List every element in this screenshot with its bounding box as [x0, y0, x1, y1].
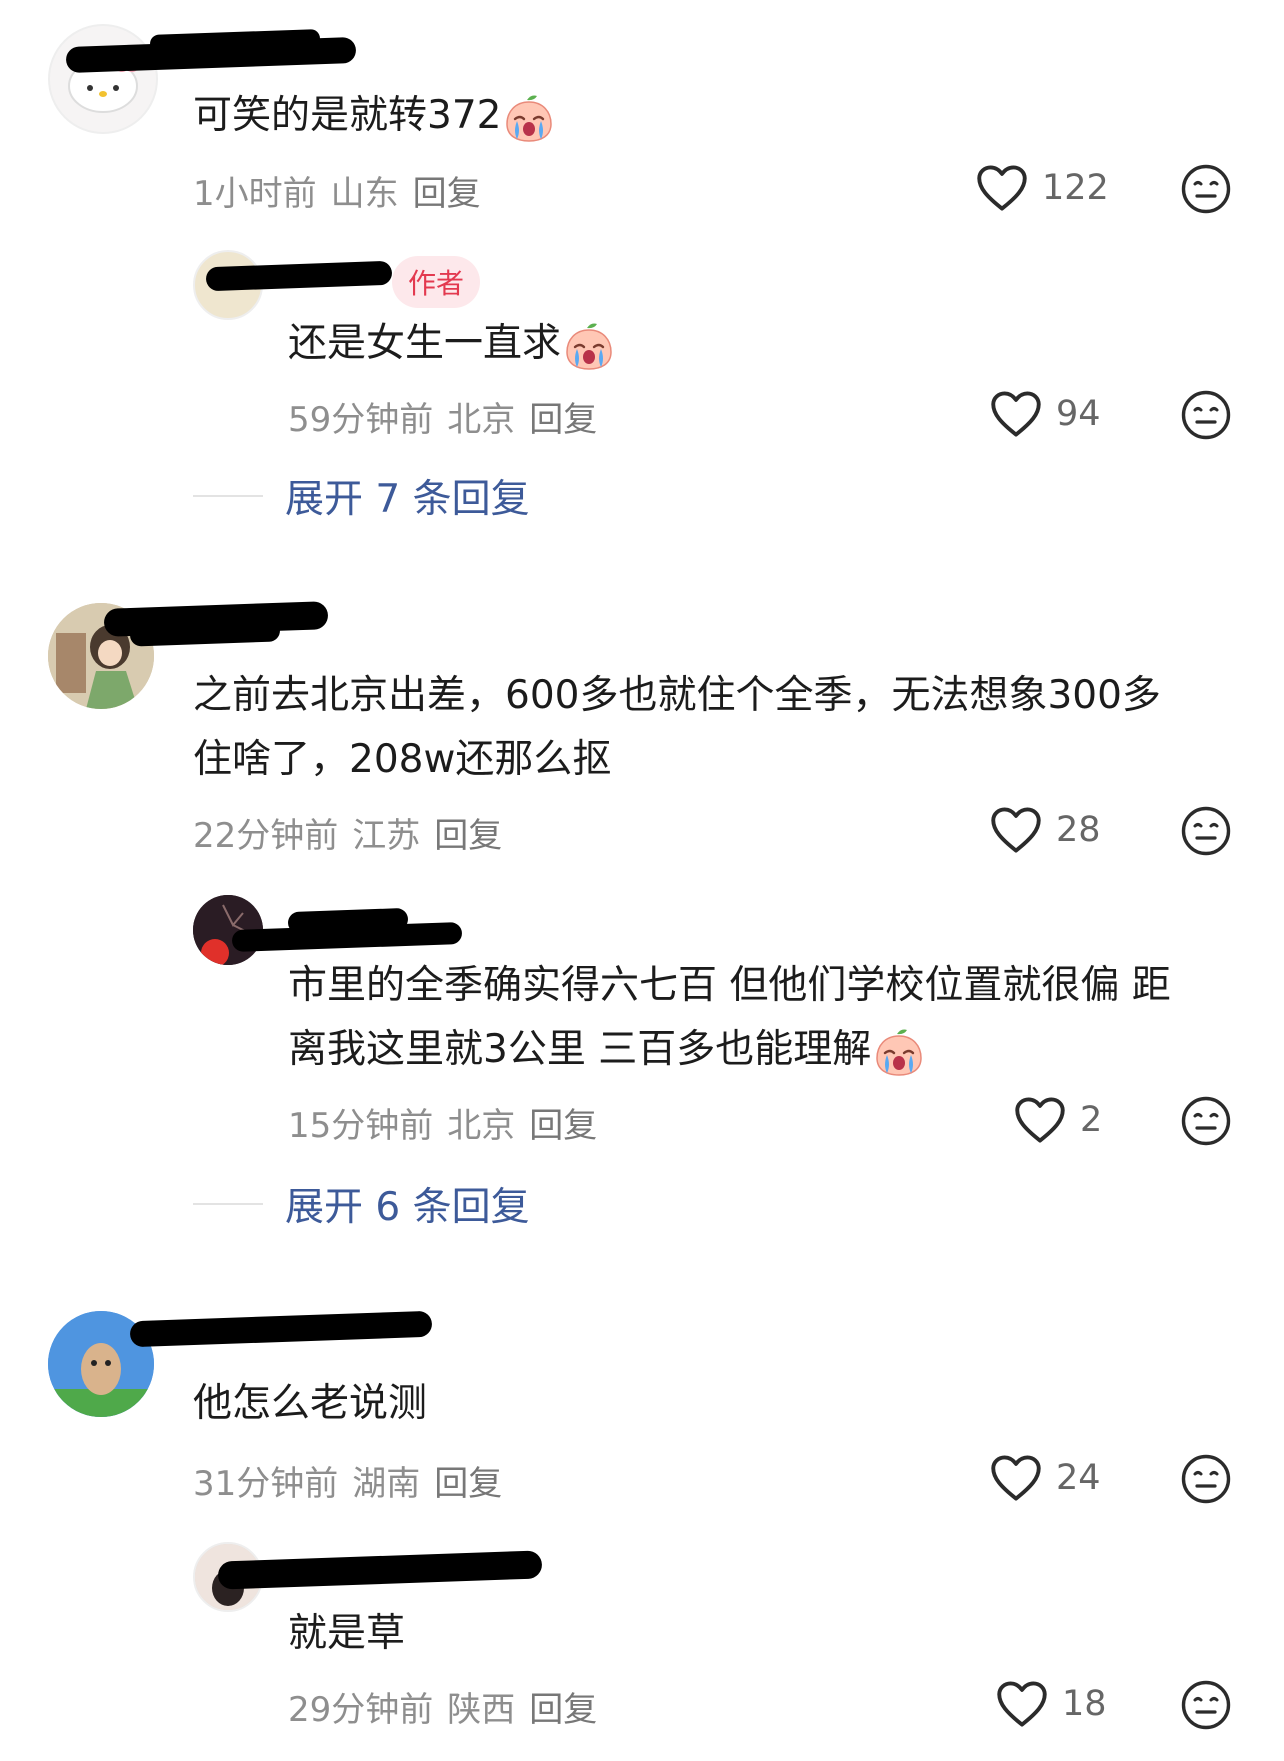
- comment-meta: 22分钟前 江苏 回复: [193, 808, 502, 857]
- meh-face-icon[interactable]: [1180, 1679, 1232, 1731]
- hello-kitty-avatar-icon: [68, 56, 140, 113]
- heart-icon: [1014, 1096, 1066, 1144]
- divider: [193, 495, 263, 497]
- reply-button[interactable]: 回复: [413, 166, 481, 215]
- like-button[interactable]: 2: [1014, 1096, 1102, 1144]
- timestamp: 22分钟前: [193, 816, 339, 856]
- location: 陕西: [447, 1690, 516, 1730]
- author-badge: 作者: [392, 256, 481, 308]
- reply-button[interactable]: 回复: [529, 1682, 597, 1731]
- expand-replies-button[interactable]: 展开 7 条回复: [193, 468, 530, 524]
- location: 北京: [447, 400, 516, 440]
- comment-text: 他怎么老说测: [193, 1381, 428, 1426]
- comment-text: 之前去北京出差，600多也就住个全季，无法想象300多: [193, 673, 1161, 718]
- meh-face-icon[interactable]: [1180, 805, 1232, 857]
- timestamp: 15分钟前: [288, 1106, 434, 1146]
- like-button[interactable]: 94: [990, 390, 1101, 438]
- heart-icon: [990, 806, 1042, 854]
- like-count: 94: [1056, 394, 1101, 434]
- redaction-mark: [129, 1310, 433, 1348]
- redaction-mark: [205, 260, 393, 292]
- heart-icon: [990, 390, 1042, 438]
- reply-button[interactable]: 回复: [434, 808, 502, 857]
- location: 北京: [447, 1106, 516, 1146]
- timestamp: 59分钟前: [288, 400, 434, 440]
- location: 湖南: [352, 1464, 421, 1504]
- like-button[interactable]: 24: [990, 1454, 1101, 1502]
- location: 江苏: [352, 816, 421, 856]
- like-button[interactable]: 122: [976, 164, 1109, 212]
- expand-replies-button[interactable]: 展开 6 条回复: [193, 1176, 530, 1232]
- heart-icon: [976, 164, 1028, 212]
- meh-face-icon[interactable]: [1180, 389, 1232, 441]
- redaction-mark: [287, 907, 409, 935]
- comment-meta: 31分钟前 湖南 回复: [193, 1456, 502, 1505]
- like-count: 28: [1056, 810, 1101, 850]
- heart-icon: [990, 1454, 1042, 1502]
- crying-peach-emoji-icon: [873, 1026, 925, 1078]
- like-button[interactable]: 18: [996, 1680, 1107, 1728]
- reply-button[interactable]: 回复: [529, 1098, 597, 1147]
- timestamp: 29分钟前: [288, 1690, 434, 1730]
- meh-face-icon[interactable]: [1180, 1095, 1232, 1147]
- reply-text: 市里的全季确实得六七百 但他们学校位置就很偏 距: [288, 963, 1171, 1008]
- reply-meta: 29分钟前 陕西 回复: [288, 1682, 597, 1731]
- reply-button[interactable]: 回复: [529, 392, 597, 441]
- reply-text: 还是女生一直求: [288, 312, 615, 376]
- crying-peach-emoji-icon: [563, 320, 615, 372]
- meh-face-icon[interactable]: [1180, 1453, 1232, 1505]
- reply-text: 就是草: [288, 1611, 406, 1656]
- location: 山东: [330, 174, 399, 214]
- expand-replies-label: 展开 6 条回复: [285, 1185, 530, 1230]
- heart-icon: [996, 1680, 1048, 1728]
- like-count: 18: [1062, 1684, 1107, 1724]
- expand-replies-label: 展开 7 条回复: [285, 477, 530, 522]
- like-count: 122: [1042, 168, 1109, 208]
- crying-peach-emoji-icon: [503, 92, 555, 144]
- redaction-mark: [217, 1550, 543, 1590]
- comment-text: 可笑的是就转372: [193, 84, 555, 148]
- comment-text: 住啥了，208w还那么抠: [193, 737, 612, 782]
- reply-text: 离我这里就3公里 三百多也能理解: [288, 1018, 925, 1082]
- avatar[interactable]: [48, 24, 158, 134]
- redaction-mark: [129, 619, 281, 647]
- divider: [193, 1203, 263, 1205]
- like-count: 24: [1056, 1458, 1101, 1498]
- like-count: 2: [1080, 1100, 1103, 1140]
- reply-meta: 59分钟前 北京 回复: [288, 392, 597, 441]
- timestamp: 31分钟前: [193, 1464, 339, 1504]
- comment-meta: 1小时前 山东 回复: [193, 166, 481, 215]
- like-button[interactable]: 28: [990, 806, 1101, 854]
- meh-face-icon[interactable]: [1180, 163, 1232, 215]
- timestamp: 1小时前: [193, 174, 317, 214]
- reply-button[interactable]: 回复: [434, 1456, 502, 1505]
- reply-meta: 15分钟前 北京 回复: [288, 1098, 597, 1147]
